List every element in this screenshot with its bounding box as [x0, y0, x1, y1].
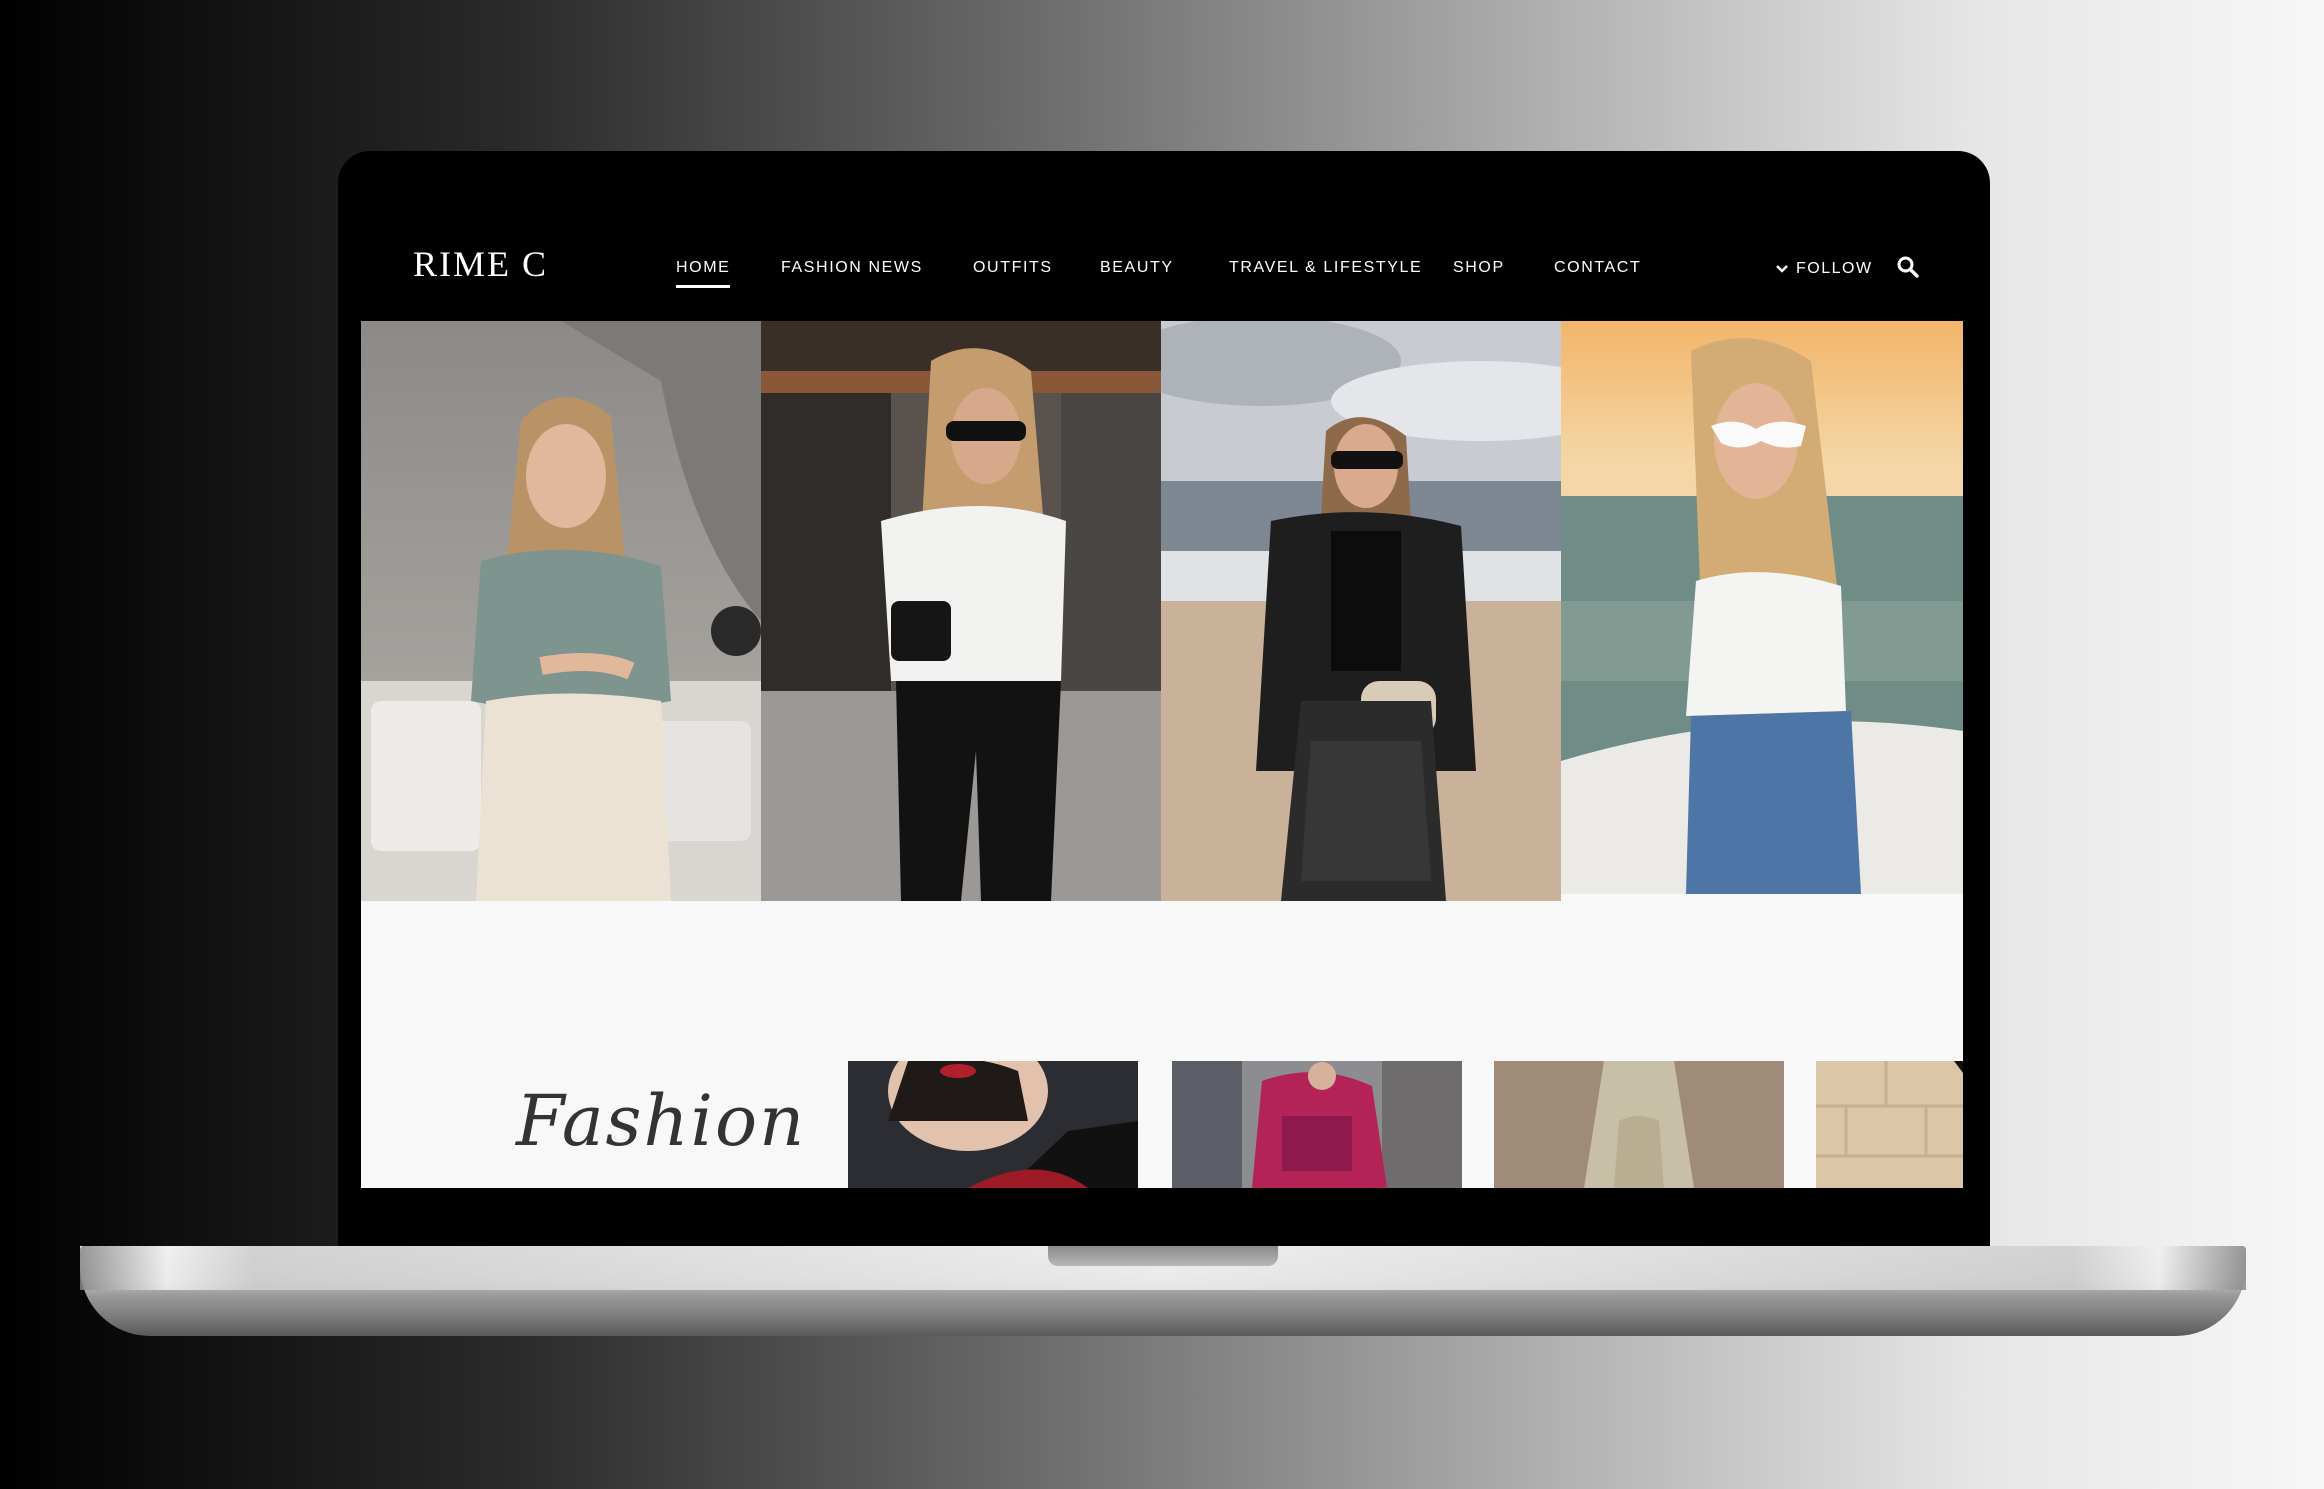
nav-item-beauty[interactable]: BEAUTY	[1100, 258, 1174, 278]
search-icon[interactable]	[1896, 255, 1920, 279]
laptop-notch	[1048, 1246, 1278, 1266]
nav-item-outfits[interactable]: OUTFITS	[973, 258, 1053, 278]
nav-item-contact[interactable]: CONTACT	[1554, 258, 1641, 278]
laptop-base	[80, 1246, 2246, 1336]
fashion-thumb-2[interactable]	[1172, 1061, 1462, 1188]
fashion-thumb-4[interactable]	[1816, 1061, 1963, 1188]
hero-image-3[interactable]	[1161, 321, 1561, 901]
site-logo[interactable]: RIME C	[413, 246, 548, 282]
nav-item-shop[interactable]: SHOP	[1453, 258, 1505, 278]
hero-image-4[interactable]	[1561, 321, 1963, 894]
browser-screen: RIME C HOME FASHION NEWS OUTFITS BEAUTY …	[361, 220, 1963, 1188]
nav-item-home[interactable]: HOME	[676, 258, 731, 288]
hero-image-1[interactable]	[361, 321, 761, 901]
nav-item-fashion-news[interactable]: FASHION NEWS	[781, 258, 923, 278]
follow-dropdown[interactable]: FOLLOW	[1776, 258, 1873, 279]
follow-label: FOLLOW	[1796, 260, 1873, 277]
hero-image-2[interactable]	[761, 321, 1161, 901]
chevron-down-icon	[1776, 258, 1788, 278]
section-script-title: Fashion	[516, 1080, 807, 1162]
nav-item-travel-lifestyle[interactable]: TRAVEL & LIFESTYLE	[1229, 258, 1422, 278]
site-header: RIME C HOME FASHION NEWS OUTFITS BEAUTY …	[361, 220, 1963, 321]
fashion-thumb-3[interactable]	[1494, 1061, 1784, 1188]
hero-gallery	[361, 321, 1963, 901]
fashion-thumb-1[interactable]	[848, 1061, 1138, 1188]
